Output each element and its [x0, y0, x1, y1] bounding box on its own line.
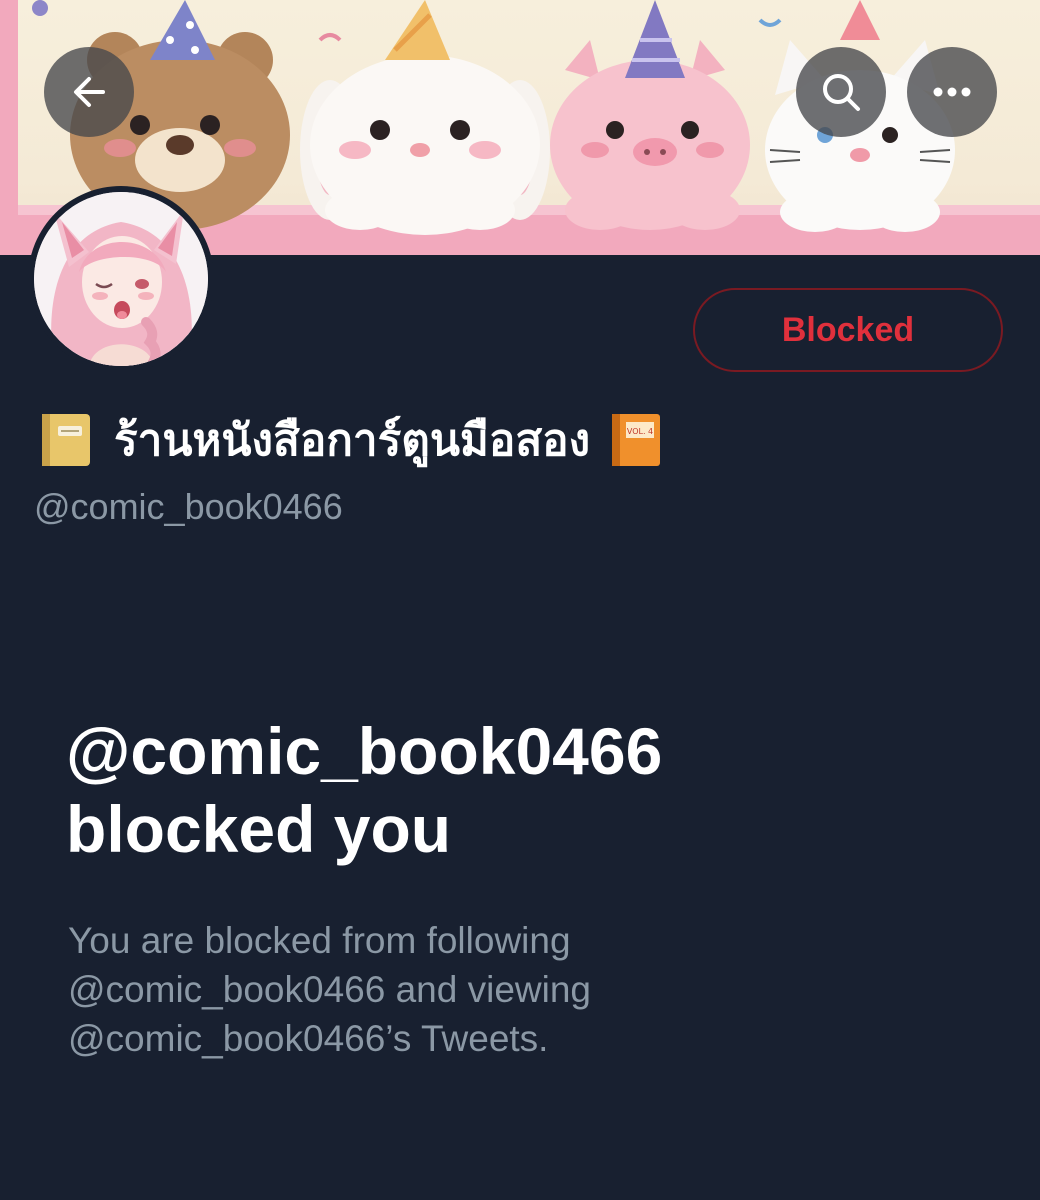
more-horizontal-icon — [933, 87, 971, 97]
display-name-row: ร้านหนังสือการ์ตูนมือสอง VOL. 4 — [38, 408, 666, 472]
profile-handle: @comic_book0466 — [34, 486, 343, 527]
back-button[interactable] — [44, 47, 134, 137]
blocked-notice-title: @comic_book0466 blocked you — [66, 712, 966, 868]
more-options-button[interactable] — [907, 47, 997, 137]
notebook-icon — [42, 414, 90, 466]
blocked-title-line1: @comic_book0466 — [66, 714, 663, 788]
orange-book-icon: VOL. 4 — [612, 414, 661, 466]
search-button[interactable] — [796, 47, 886, 137]
blocked-title-line2: blocked you — [66, 792, 452, 866]
blocked-desc-line1: You are blocked from following — [68, 920, 571, 961]
avatar-image — [34, 192, 208, 366]
search-icon — [823, 74, 860, 111]
book-volume-label: VOL. 4 — [627, 427, 653, 436]
blocked-notice-description: You are blocked from following @comic_bo… — [68, 916, 968, 1063]
profile-avatar[interactable] — [28, 186, 214, 372]
blocked-button-label: Blocked — [781, 310, 915, 349]
profile-page: Blocked ร้านหนังสือการ์ตูนมือสอง VOL. 4 … — [0, 0, 1040, 1200]
blocked-desc-line2: @comic_book0466 and viewing — [68, 969, 591, 1010]
blocked-desc-line3: @comic_book0466’s Tweets. — [68, 1018, 549, 1059]
avatar-illustration — [34, 192, 208, 366]
arrow-left-icon — [74, 77, 105, 107]
display-name: ร้านหนังสือการ์ตูนมือสอง — [114, 415, 591, 466]
blocked-button[interactable]: Blocked — [693, 288, 1003, 372]
